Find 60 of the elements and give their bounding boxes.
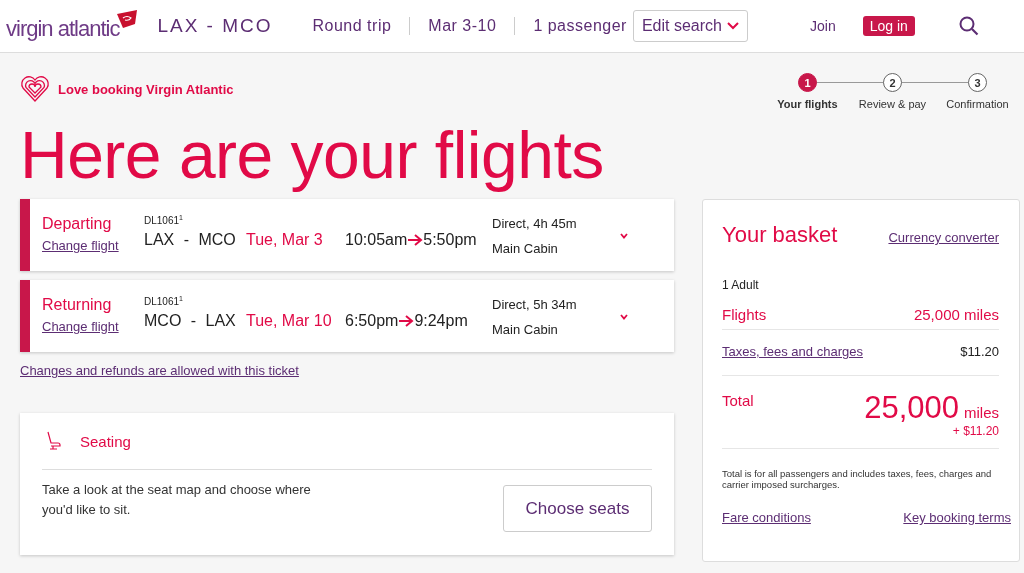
direction-label: Returning [42,296,113,314]
login-button[interactable]: Log in [862,16,915,36]
basket-title: Your basket [722,222,838,248]
step-number: 2 [883,73,902,92]
route-text: LAX - MCO [157,15,273,37]
flight-route: MCO - LAX [144,312,237,330]
flights-label: Flights [722,306,767,323]
step-label: Review & pay [858,98,927,110]
arrow-icon [398,315,415,327]
flight-duration: Direct, 5h 34m [492,297,578,312]
flight-number: DL1061$^{1}$ [144,295,184,307]
flights-price: 25,000 miles [913,306,999,323]
direction-label: Departing [42,215,113,233]
flight-duration: Direct, 4h 45m [492,216,578,231]
chevron-down-icon [727,22,739,30]
flight-number: DL1061$^{1}$ [144,214,184,226]
logo[interactable]: virgin atlantic [6,16,120,42]
passenger-count: 1 passenger [533,17,627,35]
seating-description: Take a look at the seat map and choose where you'd like to sit. [42,481,312,519]
booking-terms-link[interactable]: Key booking terms [903,510,1011,525]
step-number: 1 [798,73,817,92]
miles-unit: miles [964,404,999,421]
arrival-time: 9:24pm [414,312,468,330]
section-title: Seating [80,432,131,450]
edit-search-button[interactable]: Edit search [632,10,748,42]
passenger-type: 1 Adult [722,278,760,292]
arrow-icon [407,234,424,246]
flight-date: Tue, Mar 10 [246,312,333,330]
cabin-class: Main Cabin [492,322,559,337]
chevron-down-icon[interactable] [620,314,628,320]
flight-route: LAX - MCO [144,231,237,249]
tagline: Love booking Virgin Atlantic [58,81,234,97]
join-link[interactable]: Join [810,18,836,34]
taxes-price: $11.20 [960,344,999,359]
departure-time: 10:05am [345,231,408,249]
trip-type: Round trip [312,17,392,35]
arrival-time: 5:50pm [423,231,477,249]
total-note: Total is for all passengers and includes taxes, fees, charges and carrier imposed surcharges. [722,468,993,490]
currency-converter-link[interactable]: Currency converter [888,230,999,245]
choose-seats-button[interactable]: Choose seats [503,485,652,532]
cabin-class: Main Cabin [492,241,559,256]
page-title: Here are your flights [20,117,605,194]
flight-date: Tue, Mar 3 [246,231,324,249]
step-label: Your flights [777,98,838,110]
date-range: Mar 3-10 [428,17,497,35]
fare-conditions-link[interactable]: Fare conditions [722,510,811,525]
changes-refunds-link[interactable]: Changes and refunds are allowed with this ticket [20,363,299,378]
seat-icon [46,431,62,451]
taxes-link[interactable]: Taxes, fees and charges [722,344,863,359]
search-icon[interactable] [958,16,979,36]
change-flight-link[interactable]: Change flight [42,238,144,253]
total-miles: 25,000 [864,392,959,424]
total-label: Total [722,392,754,409]
step-label: Confirmation [946,98,1009,110]
step-number: 3 [968,73,987,92]
chevron-down-icon[interactable] [620,233,628,239]
heart-icon [20,75,50,103]
change-flight-link[interactable]: Change flight [42,319,144,334]
departure-time: 6:50pm [345,312,399,330]
total-cash: + $11.20 [952,424,999,438]
